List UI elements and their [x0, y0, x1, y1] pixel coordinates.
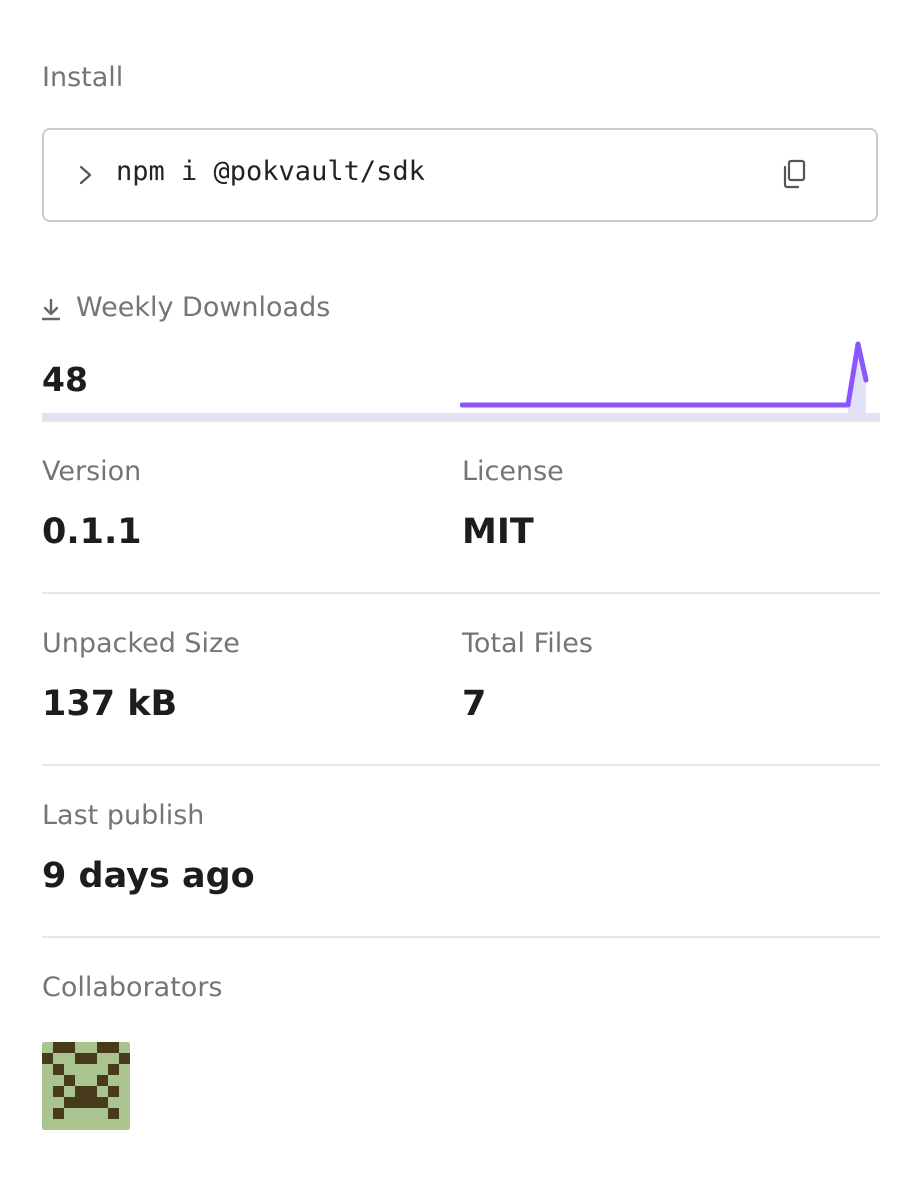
- version-label: Version: [42, 456, 142, 487]
- last-publish-value: 9 days ago: [42, 856, 255, 896]
- collaborator-avatar[interactable]: [42, 1042, 130, 1130]
- license-value: MIT: [462, 512, 534, 552]
- license-label: License: [462, 456, 564, 487]
- last-publish-label: Last publish: [42, 800, 205, 831]
- total-files-value: 7: [462, 684, 487, 724]
- unpacked-size-label: Unpacked Size: [42, 628, 240, 659]
- divider: [42, 764, 880, 766]
- divider: [42, 592, 880, 594]
- install-heading: Install: [42, 62, 124, 93]
- weekly-downloads-sparkline[interactable]: [460, 336, 870, 422]
- divider: [42, 420, 880, 422]
- install-command-text[interactable]: npm i @pokvault/sdk: [116, 156, 425, 187]
- unpacked-size-value: 137 kB: [42, 684, 178, 724]
- install-command-box[interactable]: npm i @pokvault/sdk: [42, 128, 878, 222]
- version-value: 0.1.1: [42, 512, 142, 552]
- download-icon: [41, 298, 61, 322]
- divider: [42, 936, 880, 938]
- sparkline-line: [460, 341, 869, 408]
- weekly-downloads-count: 48: [42, 360, 88, 399]
- prompt-chevron-icon: [78, 162, 94, 188]
- weekly-downloads-label: Weekly Downloads: [76, 292, 331, 323]
- total-files-label: Total Files: [462, 628, 593, 659]
- copy-icon[interactable]: [780, 158, 808, 190]
- identicon-avatar-icon: [42, 1042, 130, 1130]
- collaborators-label: Collaborators: [42, 972, 223, 1003]
